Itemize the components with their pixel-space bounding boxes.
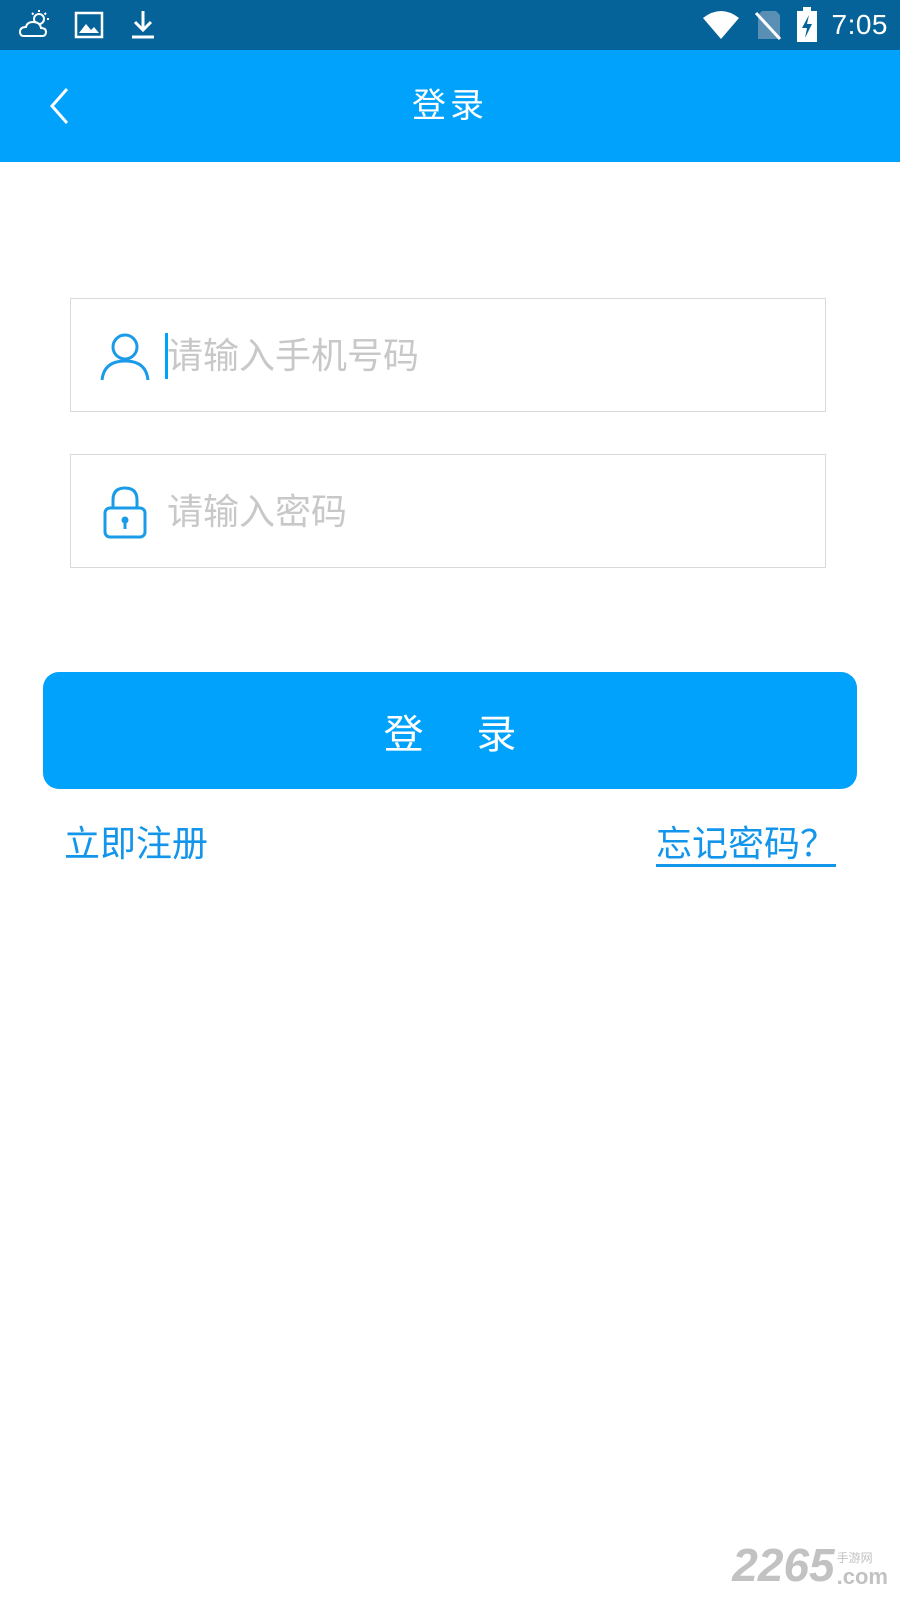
password-field[interactable] xyxy=(70,454,826,569)
watermark-side: 手游网 .com xyxy=(837,1550,888,1588)
status-bar: 7:05 xyxy=(0,0,900,50)
wifi-icon xyxy=(702,11,739,39)
status-system: 7:05 xyxy=(702,0,889,50)
phone-field[interactable] xyxy=(70,298,826,413)
login-button[interactable]: 登 录 xyxy=(43,672,857,789)
register-link[interactable]: 立即注册 xyxy=(64,815,208,867)
phone-input[interactable] xyxy=(167,299,809,413)
user-icon xyxy=(95,326,155,386)
watermark-suffix: .com xyxy=(836,1564,888,1589)
status-notifications xyxy=(18,8,160,42)
no-sim-icon xyxy=(754,11,781,41)
lock-icon xyxy=(95,482,155,542)
app-bar: 登录 xyxy=(0,50,900,162)
forgot-password-link[interactable]: 忘记密码？ xyxy=(656,815,836,867)
weather-icon xyxy=(18,10,49,37)
image-icon xyxy=(74,11,104,39)
login-screen: 7:05 登录 请输入手机号码 登 录 立即注册 忘记密码？ 2265 手游网 … xyxy=(0,0,900,1600)
status-time: 7:05 xyxy=(831,9,888,40)
page-title: 登录 xyxy=(412,86,488,126)
site-watermark: 2265 手游网 .com xyxy=(732,1542,888,1588)
watermark-number: 2265 xyxy=(732,1539,835,1591)
download-icon xyxy=(132,11,154,39)
battery-charging-icon xyxy=(796,7,817,42)
password-input[interactable] xyxy=(167,455,809,569)
